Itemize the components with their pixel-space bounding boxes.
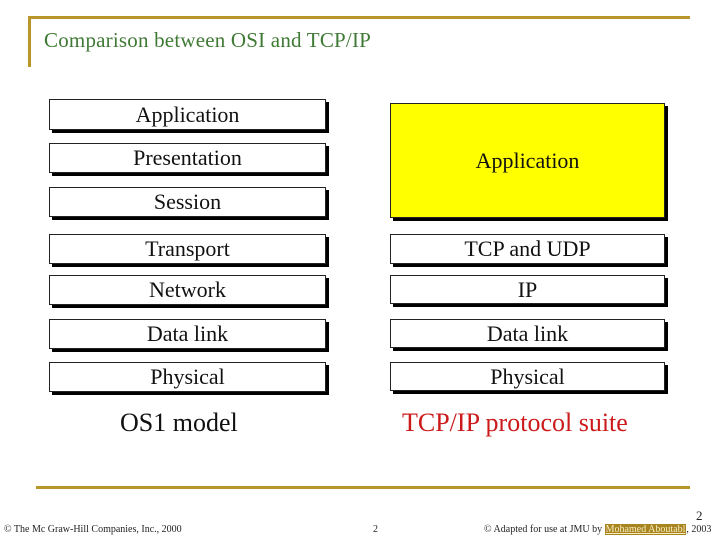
tcpip-layer-physical: Physical: [390, 362, 665, 391]
footer-adapted: © Adapted for use at JMU by Mohamed Abou…: [484, 524, 711, 535]
tcpip-layer-tcp-udp: TCP and UDP: [390, 234, 665, 264]
footer-center-number: 2: [373, 524, 378, 535]
tcpip-layer-data-link: Data link: [390, 319, 665, 348]
title-frame-top-rule: [28, 16, 690, 19]
title-frame-left-rule: [28, 16, 31, 67]
tcpip-caption: TCP/IP protocol suite: [402, 408, 628, 437]
osi-layer-presentation: Presentation: [49, 143, 326, 173]
slide-title: Comparison between OSI and TCP/IP: [44, 28, 372, 52]
footer-copyright: © The Mc Graw-Hill Companies, Inc., 2000: [4, 524, 182, 535]
osi-layer-application: Application: [49, 99, 326, 130]
footer-adapted-suffix: , 2003: [686, 524, 712, 535]
tcpip-layer-application: Application: [390, 103, 665, 218]
footer-divider: [36, 486, 690, 489]
osi-layer-network: Network: [49, 275, 326, 305]
osi-caption: OS1 model: [120, 408, 238, 437]
author-link[interactable]: Mohamed Aboutabl: [604, 524, 687, 535]
osi-layer-physical: Physical: [49, 362, 326, 392]
osi-layer-session: Session: [49, 187, 326, 217]
osi-layer-transport: Transport: [49, 234, 326, 264]
footer-adapted-prefix: © Adapted for use at JMU by: [484, 524, 605, 535]
osi-layer-data-link: Data link: [49, 319, 326, 349]
tcpip-layer-ip: IP: [390, 275, 665, 304]
page-number: 2: [696, 508, 703, 523]
